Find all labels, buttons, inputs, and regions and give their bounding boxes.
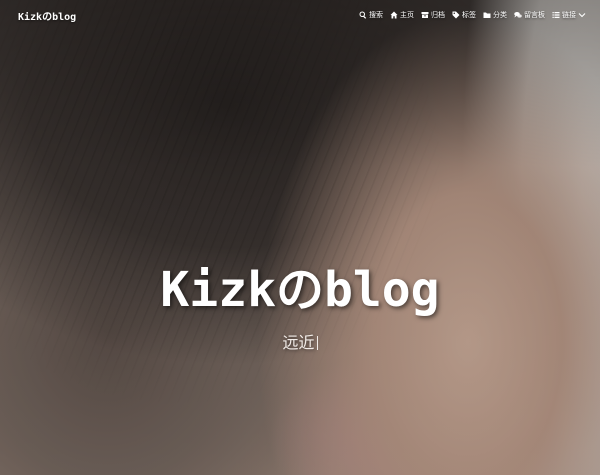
archive-icon bbox=[421, 12, 429, 18]
site-title: Kizkのblog bbox=[160, 262, 440, 318]
nav-item-archive[interactable]: 归档 bbox=[421, 10, 445, 20]
nav-item-guestbook[interactable]: 留言板 bbox=[514, 10, 545, 20]
home-icon bbox=[390, 11, 398, 19]
nav-item-home[interactable]: 主页 bbox=[390, 10, 414, 20]
nav-menu: 搜索 主页 归档 标签 分类 留言板 链接 bbox=[359, 10, 586, 20]
tag-icon bbox=[452, 11, 460, 19]
top-navbar: Kizkのblog 搜索 主页 归档 标签 分类 留言板 链接 bbox=[0, 0, 600, 30]
folder-icon bbox=[483, 12, 491, 18]
nav-item-label: 主页 bbox=[400, 11, 414, 19]
site-brand-link[interactable]: Kizkのblog bbox=[18, 8, 76, 23]
hero-banner bbox=[0, 0, 600, 475]
nav-item-label: 标签 bbox=[462, 11, 476, 19]
typing-cursor bbox=[316, 336, 318, 350]
site-subtitle-wrap: 远近 bbox=[0, 329, 600, 353]
nav-item-tags[interactable]: 标签 bbox=[452, 10, 476, 20]
hero-background-image bbox=[0, 0, 600, 475]
comments-icon bbox=[514, 12, 522, 18]
hero-text: Kizkのblog 远近 bbox=[0, 255, 600, 353]
site-subtitle: 远近 bbox=[282, 333, 315, 352]
nav-item-label: 归档 bbox=[431, 11, 445, 19]
nav-item-search[interactable]: 搜索 bbox=[359, 10, 383, 20]
search-icon bbox=[359, 11, 367, 19]
nav-item-links[interactable]: 链接 bbox=[552, 10, 586, 20]
list-icon bbox=[552, 12, 560, 18]
nav-item-label: 分类 bbox=[493, 11, 507, 19]
nav-item-label: 链接 bbox=[562, 11, 576, 19]
chevron-down-icon bbox=[578, 13, 586, 18]
nav-item-label: 留言板 bbox=[524, 11, 545, 19]
nav-item-label: 搜索 bbox=[369, 11, 383, 19]
nav-item-categories[interactable]: 分类 bbox=[483, 10, 507, 20]
